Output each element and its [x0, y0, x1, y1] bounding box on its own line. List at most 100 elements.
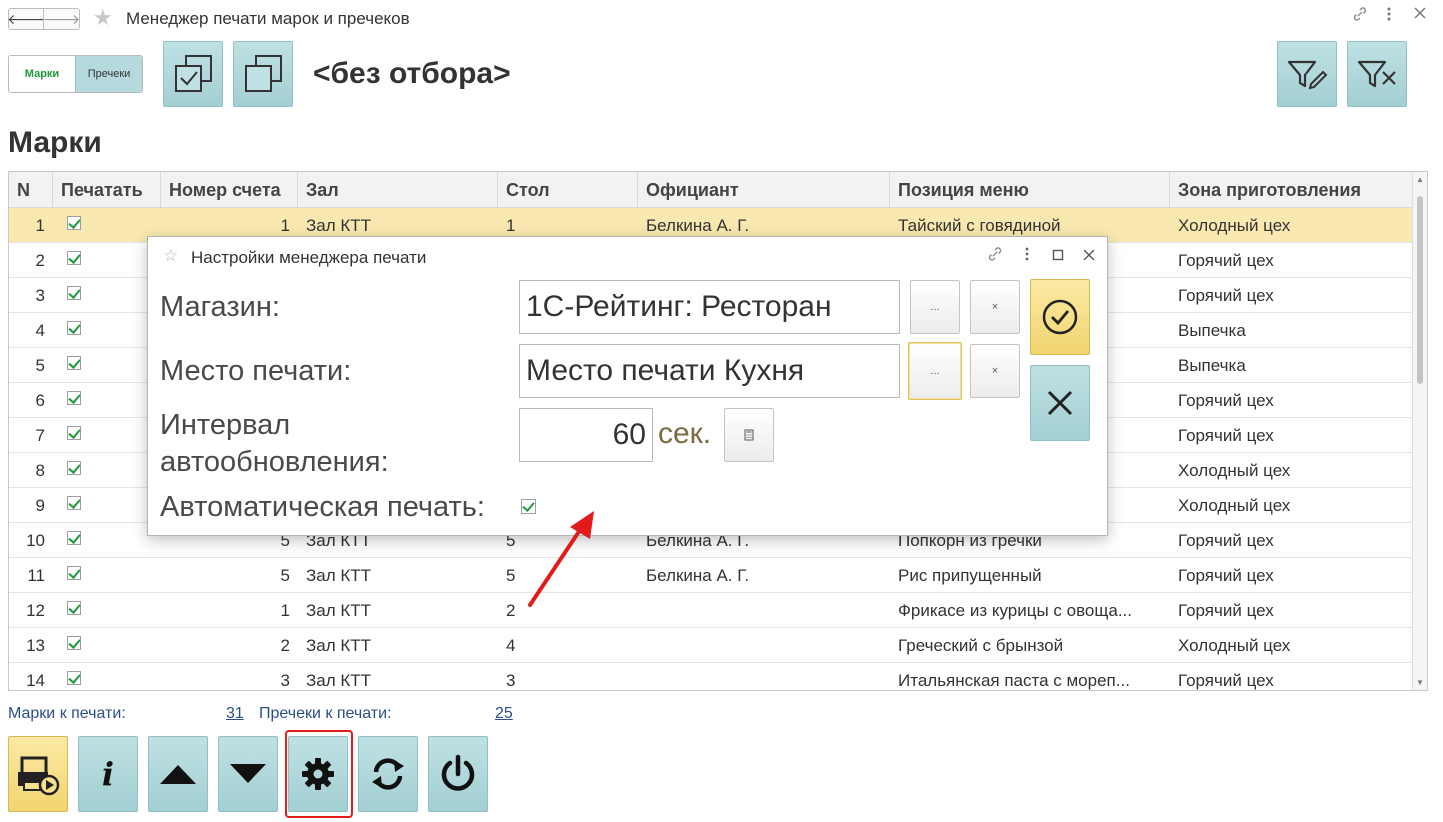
cell-kitchen-zone: Горячий цех: [1178, 426, 1274, 445]
cell-hall: Зал КТТ: [306, 566, 372, 585]
link-icon[interactable]: [1352, 6, 1368, 26]
print-checkbox[interactable]: [67, 286, 81, 300]
back-button[interactable]: 🡐: [7, 8, 45, 30]
deselect-all-button[interactable]: [233, 41, 293, 107]
cell-kitchen-zone: Холодный цех: [1178, 461, 1291, 480]
cell-print: [53, 313, 161, 348]
checks-to-print-count[interactable]: 25: [495, 705, 513, 723]
col-print[interactable]: Печатать: [53, 172, 161, 208]
cell-kitchen-zone: Горячий цех: [1178, 531, 1274, 550]
print-checkbox[interactable]: [67, 496, 81, 510]
cell-hall: Зал КТТ: [306, 671, 372, 690]
table-row[interactable]: 12 1 Зал КТТ 2 Фрикасе из курицы с овоща... Г…: [9, 593, 1413, 628]
print-checkbox[interactable]: [67, 671, 81, 685]
col-kitchen-zone[interactable]: Зона приготовления: [1170, 172, 1413, 208]
col-check-number[interactable]: Номер счета: [161, 172, 298, 208]
store-select-button[interactable]: ...: [910, 280, 960, 334]
interval-field[interactable]: 60: [519, 408, 653, 462]
cell-menu-item: Греческий с брынзой: [898, 636, 1064, 655]
marks-checks-switch: Марки Пречеки: [8, 55, 143, 93]
calculator-button[interactable]: [724, 408, 774, 462]
print-place-field[interactable]: Место печати Кухня: [519, 344, 900, 398]
info-icon: i: [101, 755, 115, 793]
power-button[interactable]: [428, 736, 488, 812]
scroll-down-icon[interactable]: ▼: [1416, 678, 1424, 687]
refresh-button[interactable]: [358, 736, 418, 812]
filter-clear-icon: [1357, 60, 1396, 88]
switch-marks-option[interactable]: Марки: [9, 56, 75, 92]
print-checkbox[interactable]: [67, 636, 81, 650]
col-waiter[interactable]: Официант: [638, 172, 890, 208]
more-menu-icon[interactable]: [1386, 6, 1392, 26]
cell-print: [53, 523, 161, 558]
dialog-cancel-button[interactable]: [1030, 365, 1090, 441]
switch-checks-option[interactable]: Пречеки: [75, 56, 142, 92]
clear-filter-button[interactable]: [1347, 41, 1407, 107]
print-checkbox[interactable]: [67, 321, 81, 335]
cell-kitchen-zone: Холодный цех: [1178, 216, 1291, 235]
filter-label: <без отбора>: [313, 57, 511, 90]
print-checkbox[interactable]: [67, 601, 81, 615]
print-preview-button[interactable]: [8, 736, 68, 812]
cell-print: [53, 348, 161, 383]
col-menu-item[interactable]: Позиция меню: [890, 172, 1170, 208]
cell-n: 5: [35, 356, 45, 375]
dialog-more-icon[interactable]: [1024, 246, 1030, 265]
print-checkbox[interactable]: [67, 566, 81, 580]
auto-print-label: Автоматическая печать:: [160, 491, 485, 523]
select-all-button[interactable]: [163, 41, 223, 107]
store-field[interactable]: 1С-Рейтинг: Ресторан: [519, 280, 900, 334]
set-filter-button[interactable]: [1277, 41, 1337, 107]
cell-n: 12: [26, 601, 45, 620]
window-title: Менеджер печати марок и пречеков: [126, 9, 410, 28]
print-place-clear-button[interactable]: ×: [970, 344, 1020, 398]
cell-kitchen-zone: Горячий цех: [1178, 566, 1274, 585]
dialog-maximize-icon[interactable]: [1052, 248, 1064, 264]
cell-print: [53, 278, 161, 313]
cell-n: 8: [35, 461, 45, 480]
close-icon: [1047, 390, 1073, 416]
print-checkbox[interactable]: [67, 216, 81, 230]
print-checkbox[interactable]: [67, 251, 81, 265]
interval-label-line2: автообновления:: [160, 446, 389, 478]
cell-kitchen-zone: Горячий цех: [1178, 671, 1274, 690]
info-button[interactable]: i: [78, 736, 138, 812]
print-checkbox[interactable]: [67, 391, 81, 405]
checks-to-print-label: Пречеки к печати:: [259, 705, 392, 722]
move-down-button[interactable]: [218, 736, 278, 812]
move-up-button[interactable]: [148, 736, 208, 812]
cell-print: [53, 488, 161, 523]
cell-print: [53, 593, 161, 628]
dialog-close-icon[interactable]: [1083, 248, 1095, 264]
col-n[interactable]: N: [9, 172, 53, 208]
triangle-down-icon: [230, 764, 266, 783]
table-row[interactable]: 11 5 Зал КТТ 5 Белкина А. Г. Рис припущенный Г…: [9, 558, 1413, 593]
cell-menu-item: Итальянская паста с мореп...: [898, 671, 1130, 690]
dialog-ok-button[interactable]: [1030, 279, 1090, 355]
print-checkbox[interactable]: [67, 461, 81, 475]
print-checkbox[interactable]: [67, 426, 81, 440]
window-titlebar: 🡐 🡒 ★ Менеджер печати марок и пречеков: [0, 0, 1443, 38]
col-table[interactable]: Стол: [498, 172, 638, 208]
cell-kitchen-zone: Выпечка: [1178, 356, 1246, 375]
favorite-star-icon[interactable]: ★: [93, 5, 113, 31]
store-clear-button[interactable]: ×: [970, 280, 1020, 334]
dialog-link-icon[interactable]: [987, 246, 1003, 265]
section-title: Марки: [8, 126, 102, 159]
print-checkbox[interactable]: [67, 356, 81, 370]
print-settings-dialog: ☆ Настройки менеджера печати Магазин: 1С…: [147, 236, 1108, 536]
close-icon[interactable]: [1413, 6, 1427, 24]
col-hall[interactable]: Зал: [298, 172, 498, 208]
table-row[interactable]: 14 3 Зал КТТ 3 Итальянская паста с мореп... Г…: [9, 663, 1413, 690]
marks-to-print-count[interactable]: 31: [226, 705, 244, 723]
cell-print: [53, 453, 161, 488]
triangle-up-icon: [160, 765, 196, 784]
table-scrollbar[interactable]: ▲ ▼: [1412, 172, 1427, 690]
print-checkbox[interactable]: [67, 531, 81, 545]
table-row[interactable]: 13 2 Зал КТТ 4 Греческий с брынзой Холодный ц…: [9, 628, 1413, 663]
print-place-select-button[interactable]: ...: [908, 342, 962, 400]
forward-button[interactable]: 🡒: [43, 8, 80, 30]
scroll-up-icon[interactable]: ▲: [1416, 175, 1424, 184]
dialog-favorite-star-icon[interactable]: ☆: [163, 246, 178, 266]
scroll-thumb[interactable]: [1417, 196, 1423, 384]
